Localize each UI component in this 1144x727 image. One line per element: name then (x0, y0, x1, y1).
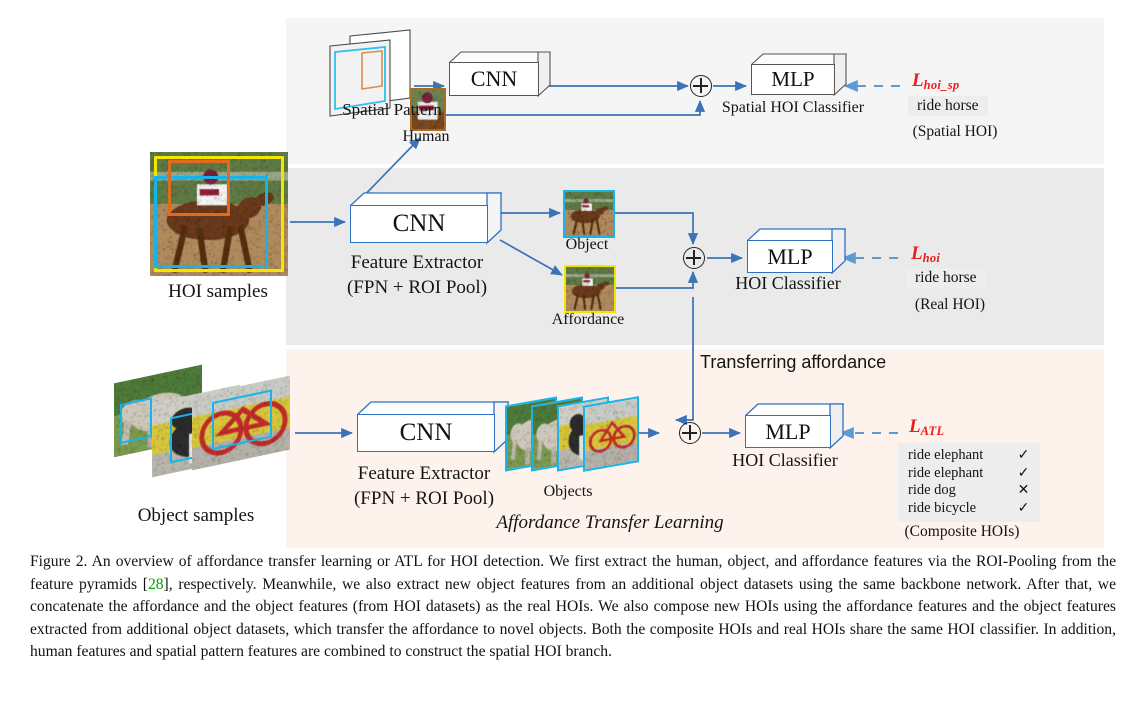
real-hoi-classifier-label: HOI Classifier (735, 273, 840, 294)
atl-concat-operator (679, 422, 701, 444)
real-mlp-label: MLP (747, 240, 833, 273)
bbox-human-orange (168, 160, 230, 216)
loss-atl-symbol: L (909, 416, 921, 437)
spatial-cnn-box: CNN (449, 62, 539, 96)
prediction-row: ride bicycle ✓ (908, 500, 1030, 518)
atl-panel-title: Affordance Transfer Learning (496, 512, 723, 534)
atl-hoi-classifier-label: HOI Classifier (732, 450, 837, 471)
real-cnn-box: CNN (350, 205, 488, 243)
atl-extractor-line1: Feature Extractor (358, 463, 490, 485)
prediction-text: ride elephant (908, 447, 983, 465)
loss-atl-label: LATL (909, 416, 944, 439)
atl-cnn-label: CNN (357, 414, 495, 452)
object-thumbnail (563, 190, 615, 238)
loss-hoi-subscript: hoi (923, 251, 941, 265)
loss-hoi-label: Lhoi (911, 243, 940, 266)
loss-hoi-sp-symbol: L (912, 70, 924, 91)
prediction-mark: ✕ (1017, 482, 1030, 500)
prediction-text: ride bicycle (908, 500, 976, 518)
hoi-samples-label: HOI samples (168, 281, 268, 303)
spatial-prediction-caption: (Spatial HOI) (913, 123, 998, 141)
prediction-mark: ✓ (1017, 500, 1030, 518)
spatial-pattern-label: Spatial Pattern (342, 100, 442, 120)
loss-hoi-sp-label: Lhoi_sp (912, 70, 959, 93)
composite-hoi-predictions: ride elephant ✓ ride elephant ✓ ride dog ✕ rid… (898, 443, 1040, 522)
real-extractor-line2: (FPN + ROI Pool) (347, 277, 487, 299)
real-prediction-caption: (Real HOI) (915, 296, 985, 314)
prediction-row: ride dog ✕ (908, 482, 1030, 500)
figure-2-overview: CNN MLP CNN MLP CNN MLP Spatial Pattern … (0, 0, 1144, 727)
atl-extractor-line2: (FPN + ROI Pool) (354, 488, 494, 510)
loss-atl-subscript: ATL (921, 424, 945, 438)
extracted-objects-stack (505, 395, 640, 477)
human-label: Human (402, 128, 449, 146)
affordance-label: Affordance (552, 311, 625, 329)
figure-caption: Figure 2. An overview of affordance tran… (30, 551, 1116, 664)
real-concat-operator (683, 247, 705, 269)
prediction-mark: ✓ (1017, 465, 1030, 483)
real-extractor-line1: Feature Extractor (351, 252, 483, 274)
affordance-thumbnail (564, 265, 616, 313)
prediction-text: ride elephant (908, 465, 983, 483)
spatial-hoi-classifier-label: Spatial HOI Classifier (722, 99, 864, 117)
spatial-mlp-box: MLP (751, 64, 835, 95)
object-samples-label: Object samples (138, 505, 255, 527)
atl-prediction-caption: (Composite HOIs) (905, 523, 1020, 541)
objects-label: Objects (544, 483, 593, 501)
spatial-prediction-chip: ride horse (908, 96, 988, 116)
prediction-row: ride elephant ✓ (908, 465, 1030, 483)
atl-mlp-label: MLP (745, 415, 831, 448)
spatial-cnn-label: CNN (449, 62, 539, 96)
atl-cnn-box: CNN (357, 414, 495, 452)
object-label: Object (566, 236, 609, 254)
prediction-mark: ✓ (1017, 447, 1030, 465)
prediction-row: ride elephant ✓ (908, 447, 1030, 465)
loss-hoi-symbol: L (911, 243, 923, 264)
atl-mlp-box: MLP (745, 415, 831, 448)
spatial-concat-operator (690, 75, 712, 97)
real-cnn-label: CNN (350, 205, 488, 243)
real-mlp-box: MLP (747, 240, 833, 273)
transferring-affordance-label: Transferring affordance (700, 352, 886, 373)
real-prediction-chip: ride horse (906, 268, 986, 288)
prediction-text: ride dog (908, 482, 956, 500)
loss-hoi-sp-subscript: hoi_sp (924, 78, 960, 92)
spatial-mlp-label: MLP (751, 64, 835, 95)
caption-citation[interactable]: 28 (148, 576, 164, 593)
object-samples-images (108, 368, 293, 488)
hoi-sample-image (150, 152, 288, 276)
